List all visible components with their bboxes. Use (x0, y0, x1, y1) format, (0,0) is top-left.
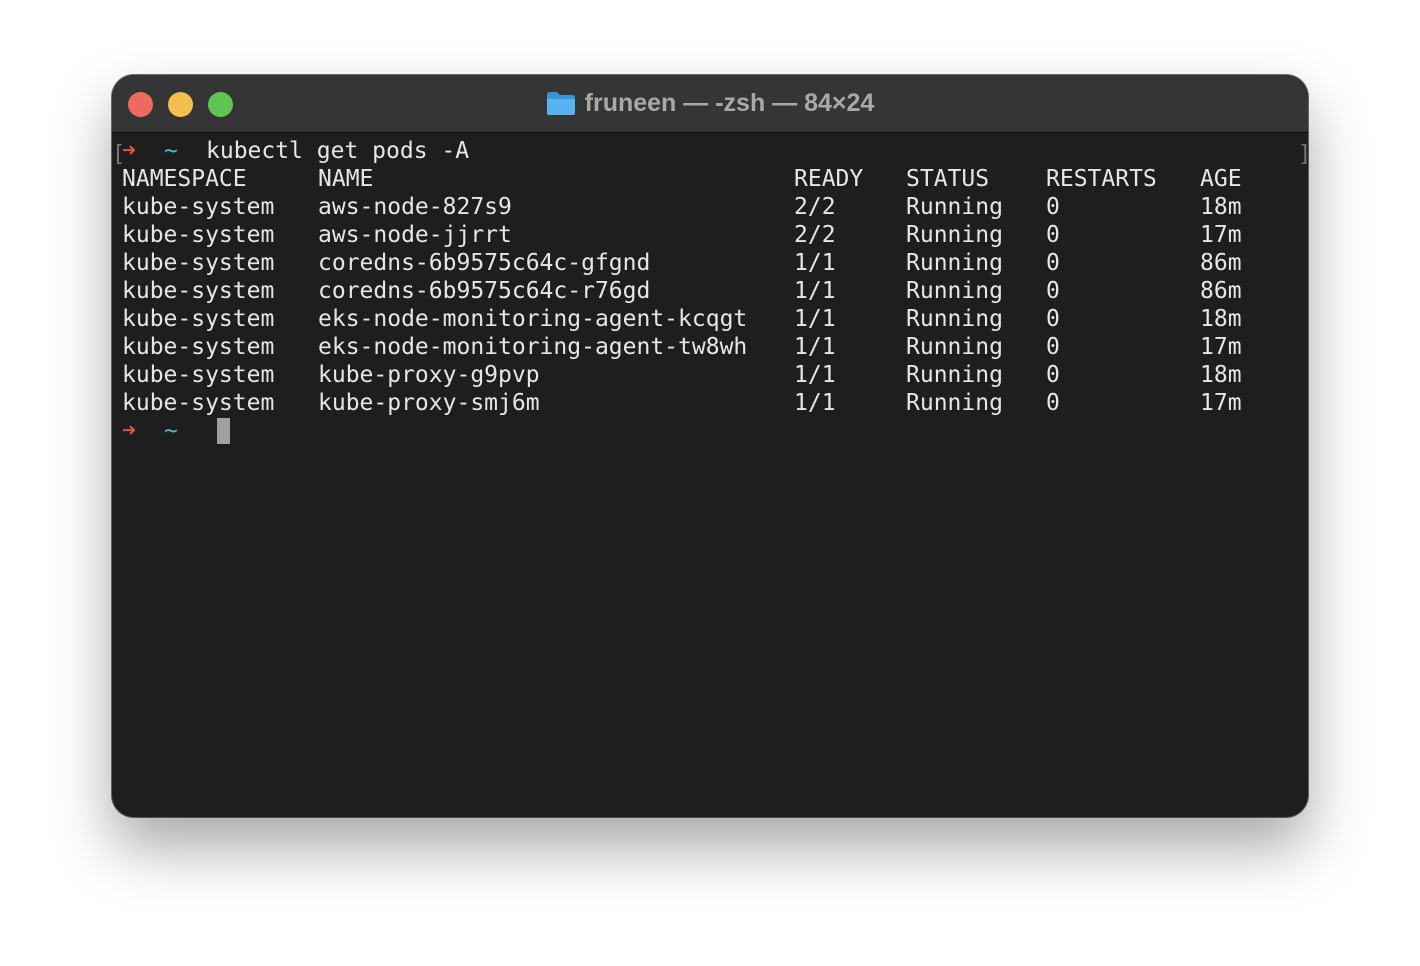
row-restarts: 0 (1046, 222, 1060, 248)
header-name: NAME (318, 166, 374, 192)
text-cursor[interactable] (217, 418, 230, 444)
row-name: coredns-6b9575c64c-gfgnd (318, 250, 651, 276)
row-restarts: 0 (1046, 306, 1060, 332)
row-age: 17m (1200, 390, 1242, 416)
row-name: kube-proxy-smj6m (318, 390, 540, 416)
command-text: kubectl get pods -A (206, 138, 470, 164)
mark-close-bracket: ] (1298, 142, 1308, 167)
header-restarts: RESTARTS (1046, 166, 1157, 192)
row-age: 86m (1200, 250, 1242, 276)
row-age: 18m (1200, 194, 1242, 220)
row-status: Running (906, 306, 1003, 332)
folder-icon (546, 91, 576, 116)
header-namespace: NAMESPACE (122, 166, 247, 192)
row-name: coredns-6b9575c64c-r76gd (318, 278, 651, 304)
row-name: eks-node-monitoring-agent-kcqgt (318, 306, 748, 332)
row-ready: 1/1 (794, 362, 836, 388)
row-age: 86m (1200, 278, 1242, 304)
row-restarts: 0 (1046, 390, 1060, 416)
row-ready: 1/1 (794, 306, 836, 332)
row-ready: 2/2 (794, 222, 836, 248)
row-namespace: kube-system (122, 222, 275, 248)
row-ready: 1/1 (794, 278, 836, 304)
row-ready: 1/1 (794, 334, 836, 360)
header-ready: READY (794, 166, 864, 192)
row-restarts: 0 (1046, 194, 1060, 220)
row-namespace: kube-system (122, 390, 275, 416)
row-namespace: kube-system (122, 306, 275, 332)
table-header: NAMESPACE NAME READY STATUS RESTARTS AGE (122, 165, 1242, 193)
row-age: 17m (1200, 334, 1242, 360)
row-namespace: kube-system (122, 278, 275, 304)
row-name: eks-node-monitoring-agent-tw8wh (318, 334, 748, 360)
table-row: kube-system eks-node-monitoring-agent-tw… (122, 333, 1242, 361)
title-bar[interactable]: fruneen — -zsh — 84×24 (112, 75, 1308, 133)
row-status: Running (906, 334, 1003, 360)
terminal-window[interactable]: fruneen — -zsh — 84×24 [ ] ➜ ~ kubectl g… (112, 75, 1308, 817)
table-row: kube-system aws-node-827s9 2/2 Running 0… (122, 193, 1242, 221)
row-namespace: kube-system (122, 250, 275, 276)
row-name: aws-node-jjrrt (318, 222, 512, 248)
row-status: Running (906, 362, 1003, 388)
prompt-line[interactable]: ➜ ~ (122, 417, 230, 445)
row-age: 18m (1200, 362, 1242, 388)
row-restarts: 0 (1046, 334, 1060, 360)
row-age: 17m (1200, 222, 1242, 248)
prompt-dir: ~ (164, 418, 178, 444)
terminal-content[interactable]: [ ] ➜ ~ kubectl get pods -A NAMESPACE NA… (112, 133, 1308, 817)
row-restarts: 0 (1046, 278, 1060, 304)
row-status: Running (906, 194, 1003, 220)
row-namespace: kube-system (122, 194, 275, 220)
table-row: kube-system aws-node-jjrrt 2/2 Running 0… (122, 221, 1242, 249)
row-name: aws-node-827s9 (318, 194, 512, 220)
header-age: AGE (1200, 166, 1242, 192)
command-line: ➜ ~ kubectl get pods -A (122, 137, 469, 165)
row-status: Running (906, 278, 1003, 304)
table-row: kube-system coredns-6b9575c64c-gfgnd 1/1… (122, 249, 1242, 277)
row-namespace: kube-system (122, 362, 275, 388)
row-ready: 1/1 (794, 250, 836, 276)
table-row: kube-system eks-node-monitoring-agent-kc… (122, 305, 1242, 333)
row-ready: 1/1 (794, 390, 836, 416)
prompt-dir: ~ (164, 138, 178, 164)
row-namespace: kube-system (122, 334, 275, 360)
table-row: kube-system kube-proxy-smj6m 1/1 Running… (122, 389, 1242, 417)
row-restarts: 0 (1046, 250, 1060, 276)
row-ready: 2/2 (794, 194, 836, 220)
row-age: 18m (1200, 306, 1242, 332)
table-row: kube-system coredns-6b9575c64c-r76gd 1/1… (122, 277, 1242, 305)
prompt-arrow-icon: ➜ (122, 418, 136, 444)
window-title-container: fruneen — -zsh — 84×24 (112, 75, 1308, 132)
prompt-arrow-icon: ➜ (122, 138, 136, 164)
row-status: Running (906, 250, 1003, 276)
row-name: kube-proxy-g9pvp (318, 362, 540, 388)
row-restarts: 0 (1046, 362, 1060, 388)
window-title: fruneen — -zsh — 84×24 (584, 89, 875, 117)
row-status: Running (906, 390, 1003, 416)
table-row: kube-system kube-proxy-g9pvp 1/1 Running… (122, 361, 1242, 389)
row-status: Running (906, 222, 1003, 248)
header-status: STATUS (906, 166, 990, 192)
